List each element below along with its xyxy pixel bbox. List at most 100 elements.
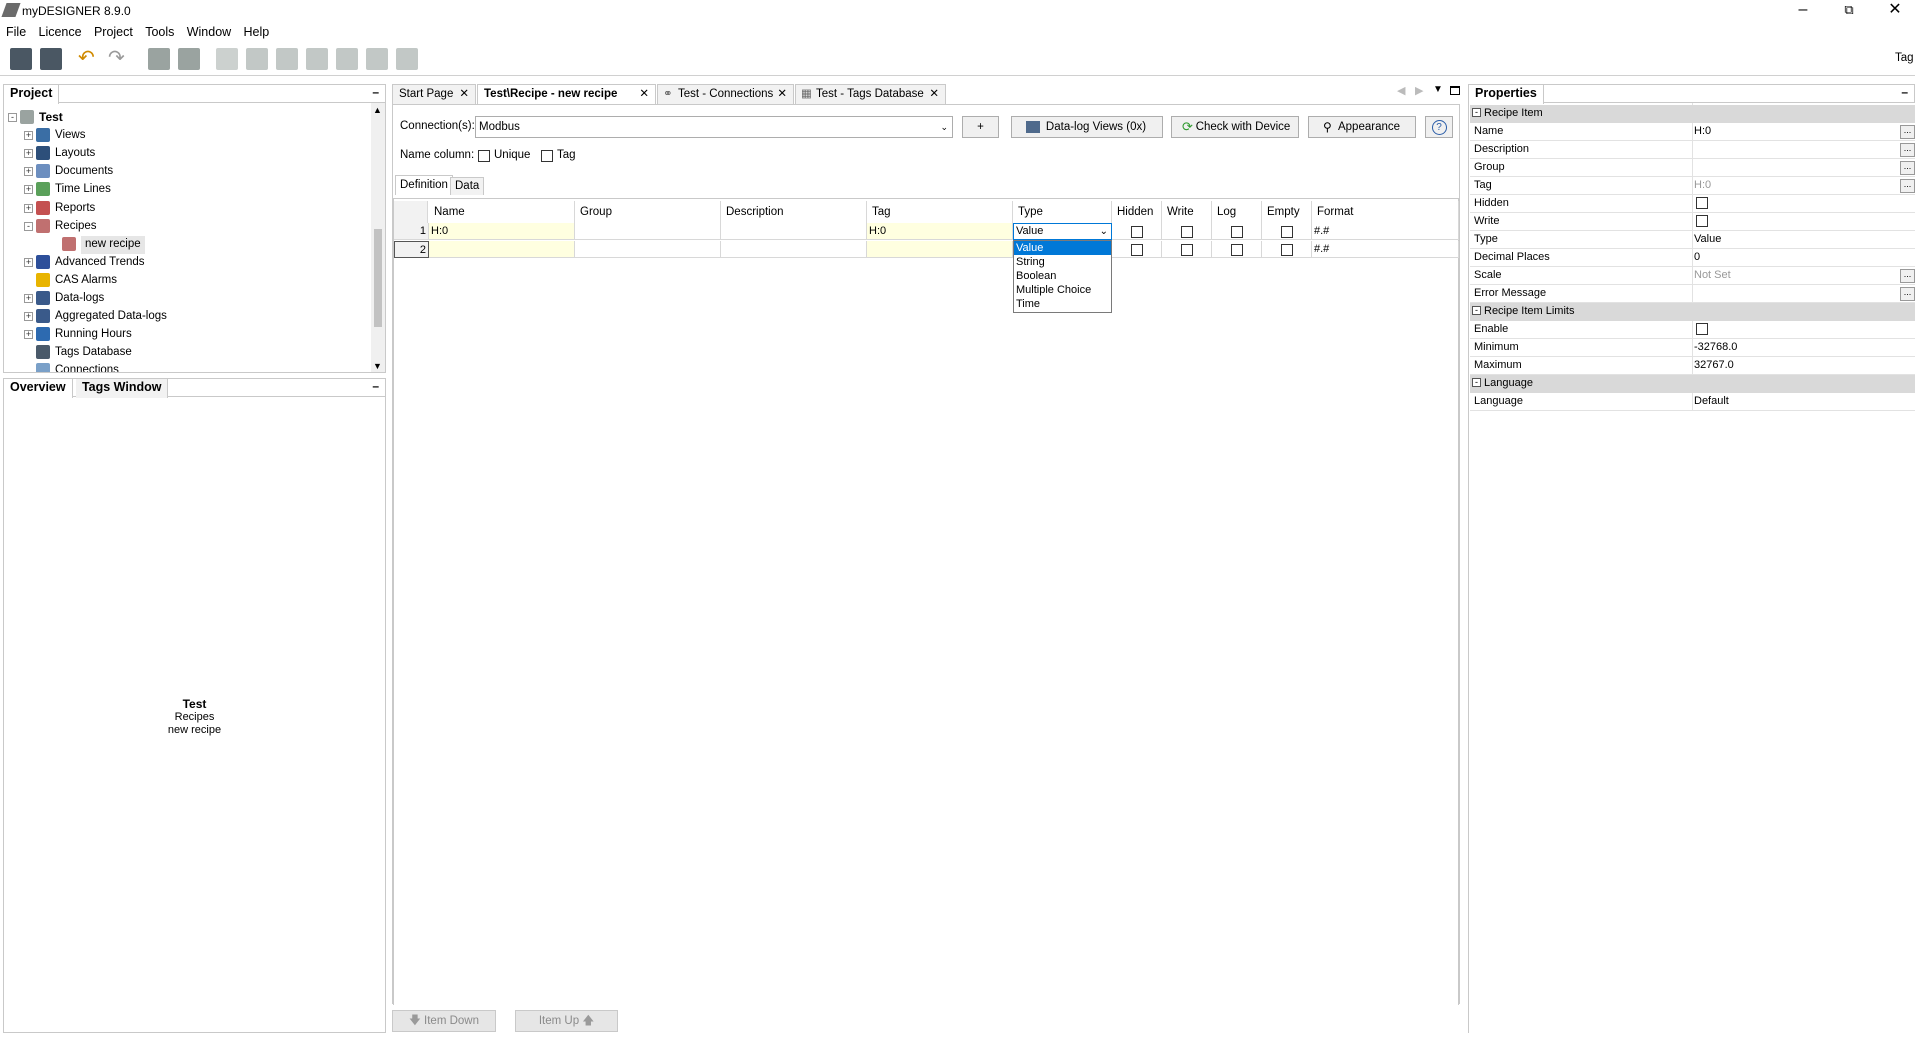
paste-icon[interactable]	[276, 48, 298, 70]
save-all-icon[interactable]	[40, 48, 62, 70]
tree-item-data-logs[interactable]: Data-logs	[55, 290, 104, 308]
tree-item-running-hours[interactable]: Running Hours	[55, 326, 132, 344]
cell-group[interactable]	[575, 241, 721, 258]
expand-icon[interactable]: +	[24, 167, 33, 177]
connections-select[interactable]: Modbus ⌄	[475, 116, 953, 138]
tab-prev-icon[interactable]: ◀	[1397, 84, 1405, 97]
ellipsis-button[interactable]: ...	[1900, 179, 1915, 193]
menu-help[interactable]: Help	[238, 22, 270, 39]
expand-icon[interactable]: +	[24, 203, 33, 213]
property-value[interactable]: -32768.0	[1694, 339, 1737, 356]
collapse-icon[interactable]: -	[1472, 306, 1481, 315]
item-up-button[interactable]: Item Up 🡅	[515, 1010, 618, 1032]
scroll-up-icon[interactable]: ▲	[373, 105, 382, 115]
export-icon[interactable]	[366, 48, 388, 70]
expand-icon[interactable]: +	[24, 330, 33, 340]
column-header-description[interactable]: Description	[721, 201, 867, 223]
tab-recipe[interactable]: Test\Recipe - new recipe ✕	[477, 84, 656, 104]
property-tag[interactable]: Tag H:0	[1470, 177, 1915, 195]
expand-icon[interactable]: +	[24, 131, 33, 141]
hidden-checkbox[interactable]	[1131, 244, 1143, 256]
tree-item-layouts[interactable]: Layouts	[55, 145, 95, 163]
ellipsis-button[interactable]: ...	[1900, 161, 1915, 175]
close-tab-icon[interactable]: ✕	[777, 85, 787, 104]
ellipsis-button[interactable]: ...	[1900, 287, 1915, 301]
close-tab-icon[interactable]: ✕	[459, 85, 469, 104]
expand-icon[interactable]: -	[8, 113, 17, 122]
close-tab-icon[interactable]: ✕	[639, 85, 649, 104]
minimize-panel-icon[interactable]: –	[372, 85, 379, 99]
column-header-empty[interactable]: Empty	[1262, 201, 1312, 223]
property-enable[interactable]: Enable	[1470, 321, 1915, 339]
write-checkbox[interactable]	[1181, 226, 1193, 238]
property-error-message[interactable]: Error Message	[1470, 285, 1915, 303]
project-tab[interactable]: Project	[4, 85, 60, 104]
row-number[interactable]: 1	[394, 223, 429, 240]
empty-checkbox[interactable]	[1281, 226, 1293, 238]
close-tab-icon[interactable]: ✕	[929, 85, 939, 104]
menu-project[interactable]: Project	[88, 22, 133, 39]
column-header-name[interactable]: Name	[429, 201, 575, 223]
tab-data[interactable]: Data	[450, 177, 485, 195]
tree-item-tags-database[interactable]: Tags Database	[55, 344, 132, 362]
tree-item-cas-alarms[interactable]: CAS Alarms	[55, 272, 117, 290]
log-checkbox[interactable]	[1231, 226, 1243, 238]
restore-icon[interactable]: ⧉	[1826, 0, 1872, 22]
property-scale[interactable]: Scale Not Set	[1470, 267, 1915, 285]
collapse-icon[interactable]: -	[1472, 108, 1481, 117]
appearance-button[interactable]: ⚲ Appearance	[1308, 116, 1416, 138]
menu-file[interactable]: File	[0, 22, 26, 39]
property-value[interactable]: H:0	[1694, 177, 1711, 194]
datalog-views-button[interactable]: Data-log Views (0x)	[1011, 116, 1163, 138]
cell-name[interactable]	[429, 241, 575, 258]
property-value[interactable]: Not Set	[1694, 267, 1731, 284]
property-value[interactable]: 0	[1694, 249, 1700, 266]
property-decimal-places[interactable]: Decimal Places 0	[1470, 249, 1915, 267]
menu-licence[interactable]: Licence	[33, 22, 82, 39]
check-with-device-button[interactable]: ⟳ Check with Device	[1171, 116, 1299, 138]
property-group[interactable]: Group	[1470, 159, 1915, 177]
tree-scroll-thumb[interactable]	[374, 229, 382, 327]
tab-start-page[interactable]: Start Page ✕	[392, 84, 476, 104]
property-value[interactable]: Default	[1694, 393, 1729, 410]
delete-icon[interactable]	[306, 48, 328, 70]
tab-definition[interactable]: Definition	[395, 175, 453, 195]
ellipsis-button[interactable]: ...	[1900, 125, 1915, 139]
type-option-multiple-choice[interactable]: Multiple Choice	[1014, 283, 1111, 297]
section-language[interactable]: - Language	[1470, 375, 1915, 393]
item-down-button[interactable]: 🡇 Item Down	[392, 1010, 496, 1032]
property-name[interactable]: Name H:0	[1470, 123, 1915, 141]
column-header-format[interactable]: Format	[1312, 201, 1459, 223]
write-checkbox[interactable]	[1696, 215, 1708, 227]
property-type[interactable]: Type Value	[1470, 231, 1915, 249]
menu-tools[interactable]: Tools	[139, 22, 174, 39]
cell-tag[interactable]	[867, 241, 1013, 258]
tab-tags-database[interactable]: ▦ Test - Tags Database ✕	[795, 84, 946, 104]
tab-next-icon[interactable]: ▶	[1415, 84, 1423, 97]
column-header-hidden[interactable]: Hidden	[1112, 201, 1162, 223]
tree-item-new-recipe[interactable]: new recipe	[81, 235, 145, 254]
maximize-editor-icon[interactable]	[1450, 86, 1460, 95]
expand-icon[interactable]: +	[24, 185, 33, 195]
type-combo[interactable]: Value ⌄	[1013, 223, 1112, 240]
column-header-group[interactable]: Group	[575, 201, 721, 223]
add-item-icon[interactable]	[148, 48, 170, 70]
tab-overview[interactable]: Overview	[4, 379, 73, 398]
ellipsis-button[interactable]: ...	[1900, 143, 1915, 157]
cell-format[interactable]: #.#	[1312, 241, 1459, 258]
tab-list-icon[interactable]: ▼	[1433, 84, 1443, 95]
property-description[interactable]: Description	[1470, 141, 1915, 159]
expand-icon[interactable]: +	[24, 149, 33, 159]
tree-item-time-lines[interactable]: Time Lines	[55, 181, 111, 199]
undo-icon[interactable]: ↶	[78, 48, 100, 70]
type-option-time[interactable]: Time	[1014, 297, 1111, 311]
column-header-log[interactable]: Log	[1212, 201, 1262, 223]
type-option-string[interactable]: String	[1014, 255, 1111, 269]
unique-checkbox[interactable]	[478, 150, 490, 162]
ellipsis-button[interactable]: ...	[1900, 269, 1915, 283]
row-number[interactable]: 2	[394, 241, 429, 258]
help-button[interactable]: ?	[1425, 116, 1453, 138]
property-write[interactable]: Write	[1470, 213, 1915, 231]
enable-checkbox[interactable]	[1696, 323, 1708, 335]
import-icon[interactable]	[396, 48, 418, 70]
